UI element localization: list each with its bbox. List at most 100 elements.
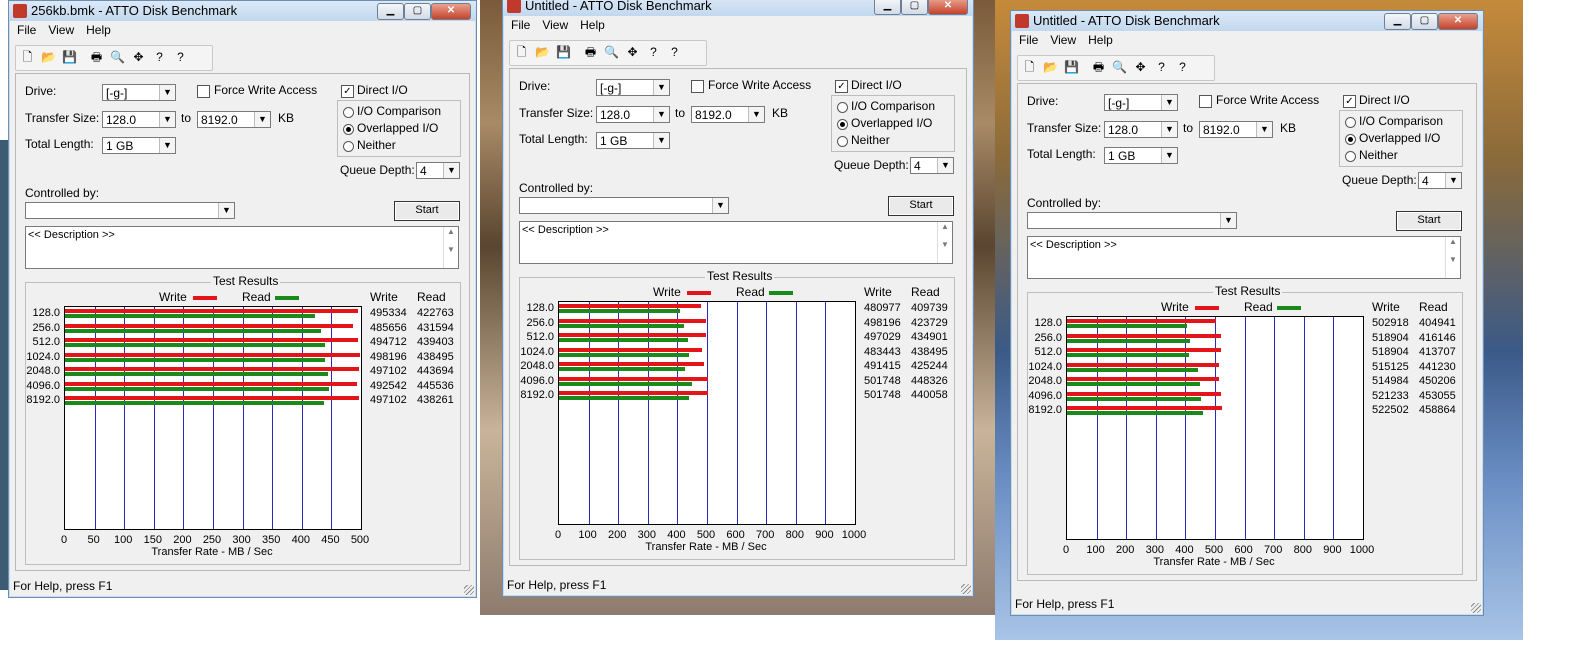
controlled-by-select[interactable]: ▼ xyxy=(1027,212,1237,229)
neither-radio[interactable] xyxy=(837,136,848,147)
title-bar[interactable]: 256kb.bmk - ATTO Disk Benchmark ▁ ▢ ✕ xyxy=(9,1,476,21)
description-box[interactable]: << Description >> ▲ ▼ xyxy=(1027,236,1461,279)
minimize-button[interactable]: ▁ xyxy=(874,0,901,15)
context-help-icon[interactable]: ? xyxy=(666,44,683,61)
transfer-size-to-select[interactable]: 8192.0 ▼ xyxy=(1199,121,1273,138)
transfer-size-to-select[interactable]: 8192.0 ▼ xyxy=(691,106,765,123)
x-tick-label: 800 xyxy=(785,529,804,541)
menu-file[interactable]: File xyxy=(511,18,530,32)
help-icon[interactable]: ? xyxy=(1153,59,1170,76)
bar-read xyxy=(1067,324,1187,328)
maximize-button[interactable]: ▢ xyxy=(404,3,431,20)
total-length-select[interactable]: 1 GB ▼ xyxy=(1104,147,1178,164)
total-length-select[interactable]: 1 GB ▼ xyxy=(102,137,176,154)
start-button[interactable]: Start xyxy=(394,201,460,221)
move-icon[interactable]: ✥ xyxy=(130,49,147,66)
neither-radio[interactable] xyxy=(1345,151,1356,162)
help-icon[interactable]: ? xyxy=(151,49,168,66)
io-comparison-radio[interactable] xyxy=(343,107,354,118)
overlapped-io-radio[interactable] xyxy=(343,124,354,135)
new-icon[interactable]: 🗋 xyxy=(19,49,36,66)
new-icon[interactable]: 🗋 xyxy=(1021,59,1038,76)
description-scrollbar[interactable]: ▲ ▼ xyxy=(443,227,458,268)
queue-depth-select[interactable]: 4 ▼ xyxy=(416,162,460,179)
new-icon[interactable]: 🗋 xyxy=(513,44,530,61)
menu-file[interactable]: File xyxy=(1019,33,1038,47)
resize-grip-icon[interactable] xyxy=(961,584,971,594)
description-box[interactable]: << Description >> ▲ ▼ xyxy=(519,221,953,264)
close-button[interactable]: ✕ xyxy=(431,3,471,20)
print-icon[interactable]: 🖶 xyxy=(88,49,105,66)
menu-file[interactable]: File xyxy=(17,23,36,37)
menu-view[interactable]: View xyxy=(542,18,568,32)
transfer-size-from-select[interactable]: 128.0 ▼ xyxy=(596,106,670,123)
chevron-down-icon: ▼ xyxy=(1161,122,1177,137)
io-comparison-radio[interactable] xyxy=(1345,117,1356,128)
atto-app-icon xyxy=(1015,14,1029,28)
controlled-by-select[interactable]: ▼ xyxy=(519,197,729,214)
print-icon[interactable]: 🖶 xyxy=(582,44,599,61)
description-scrollbar[interactable]: ▲ ▼ xyxy=(1445,237,1460,278)
controlled-by-select[interactable]: ▼ xyxy=(25,202,235,219)
save-icon[interactable]: 💾 xyxy=(1063,59,1080,76)
x-tick-label: 600 xyxy=(726,529,745,541)
open-icon[interactable]: 📂 xyxy=(1042,59,1059,76)
menu-help[interactable]: Help xyxy=(86,23,111,37)
print-preview-icon[interactable]: 🔍 xyxy=(1111,59,1128,76)
overlapped-io-radio[interactable] xyxy=(837,119,848,130)
print-preview-icon[interactable]: 🔍 xyxy=(603,44,620,61)
open-icon[interactable]: 📂 xyxy=(534,44,551,61)
resize-grip-icon[interactable] xyxy=(464,585,474,595)
minimize-button[interactable]: ▁ xyxy=(377,3,404,20)
force-write-checkbox[interactable] xyxy=(1199,95,1212,108)
overlapped-io-radio[interactable] xyxy=(1345,134,1356,145)
queue-depth-select[interactable]: 4 ▼ xyxy=(1418,172,1462,189)
y-category-label: 2048.0 xyxy=(26,365,60,377)
drive-select[interactable]: [-g-] ▼ xyxy=(1104,94,1178,111)
print-icon[interactable]: 🖶 xyxy=(1090,59,1107,76)
context-help-icon[interactable]: ? xyxy=(1174,59,1191,76)
description-box[interactable]: << Description >> ▲ ▼ xyxy=(25,226,459,269)
context-help-icon[interactable]: ? xyxy=(172,49,189,66)
transfer-size-to-select[interactable]: 8192.0 ▼ xyxy=(197,111,271,128)
io-comparison-radio[interactable] xyxy=(837,102,848,113)
maximize-button[interactable]: ▢ xyxy=(1411,13,1438,30)
direct-io-checkbox[interactable]: ✓ xyxy=(1343,95,1356,108)
force-write-checkbox[interactable] xyxy=(197,85,210,98)
move-icon[interactable]: ✥ xyxy=(1132,59,1149,76)
chevron-down-icon: ▼ xyxy=(937,158,953,173)
close-button[interactable]: ✕ xyxy=(928,0,968,15)
description-scrollbar[interactable]: ▲ ▼ xyxy=(937,222,952,263)
queue-depth-select[interactable]: 4 ▼ xyxy=(910,157,954,174)
help-icon[interactable]: ? xyxy=(645,44,662,61)
total-length-select[interactable]: 1 GB ▼ xyxy=(596,132,670,149)
neither-radio[interactable] xyxy=(343,141,354,152)
minimize-button[interactable]: ▁ xyxy=(1384,13,1411,30)
transfer-size-from-select[interactable]: 128.0 ▼ xyxy=(1104,121,1178,138)
maximize-button[interactable]: ▢ xyxy=(901,0,928,15)
transfer-size-from-select[interactable]: 128.0 ▼ xyxy=(102,111,176,128)
print-preview-icon[interactable]: 🔍 xyxy=(109,49,126,66)
save-icon[interactable]: 💾 xyxy=(61,49,78,66)
title-bar[interactable]: Untitled - ATTO Disk Benchmark ▁ ▢ ✕ xyxy=(503,0,973,16)
force-write-checkbox[interactable] xyxy=(691,80,704,93)
resize-grip-icon[interactable] xyxy=(1471,603,1481,613)
menu-help[interactable]: Help xyxy=(1088,33,1113,47)
drive-select[interactable]: [-g-] ▼ xyxy=(596,79,670,96)
start-button[interactable]: Start xyxy=(1396,211,1462,231)
bar-read xyxy=(65,343,326,347)
title-bar[interactable]: Untitled - ATTO Disk Benchmark ▁ ▢ ✕ xyxy=(1011,11,1483,31)
save-icon[interactable]: 💾 xyxy=(555,44,572,61)
benchmark-panel: Drive: [-g-] ▼ Transfer Size: 128.0 ▼ to 8192.0… xyxy=(15,73,470,571)
benchmark-panel: Drive: [-g-] ▼ Transfer Size: 128.0 ▼ to 8192.0… xyxy=(509,68,967,566)
menu-view[interactable]: View xyxy=(1050,33,1076,47)
direct-io-checkbox[interactable]: ✓ xyxy=(835,80,848,93)
start-button[interactable]: Start xyxy=(888,196,954,216)
menu-view[interactable]: View xyxy=(48,23,74,37)
open-icon[interactable]: 📂 xyxy=(40,49,57,66)
move-icon[interactable]: ✥ xyxy=(624,44,641,61)
drive-select[interactable]: [-g-] ▼ xyxy=(102,84,176,101)
menu-help[interactable]: Help xyxy=(580,18,605,32)
direct-io-checkbox[interactable]: ✓ xyxy=(341,85,354,98)
close-button[interactable]: ✕ xyxy=(1438,13,1478,30)
